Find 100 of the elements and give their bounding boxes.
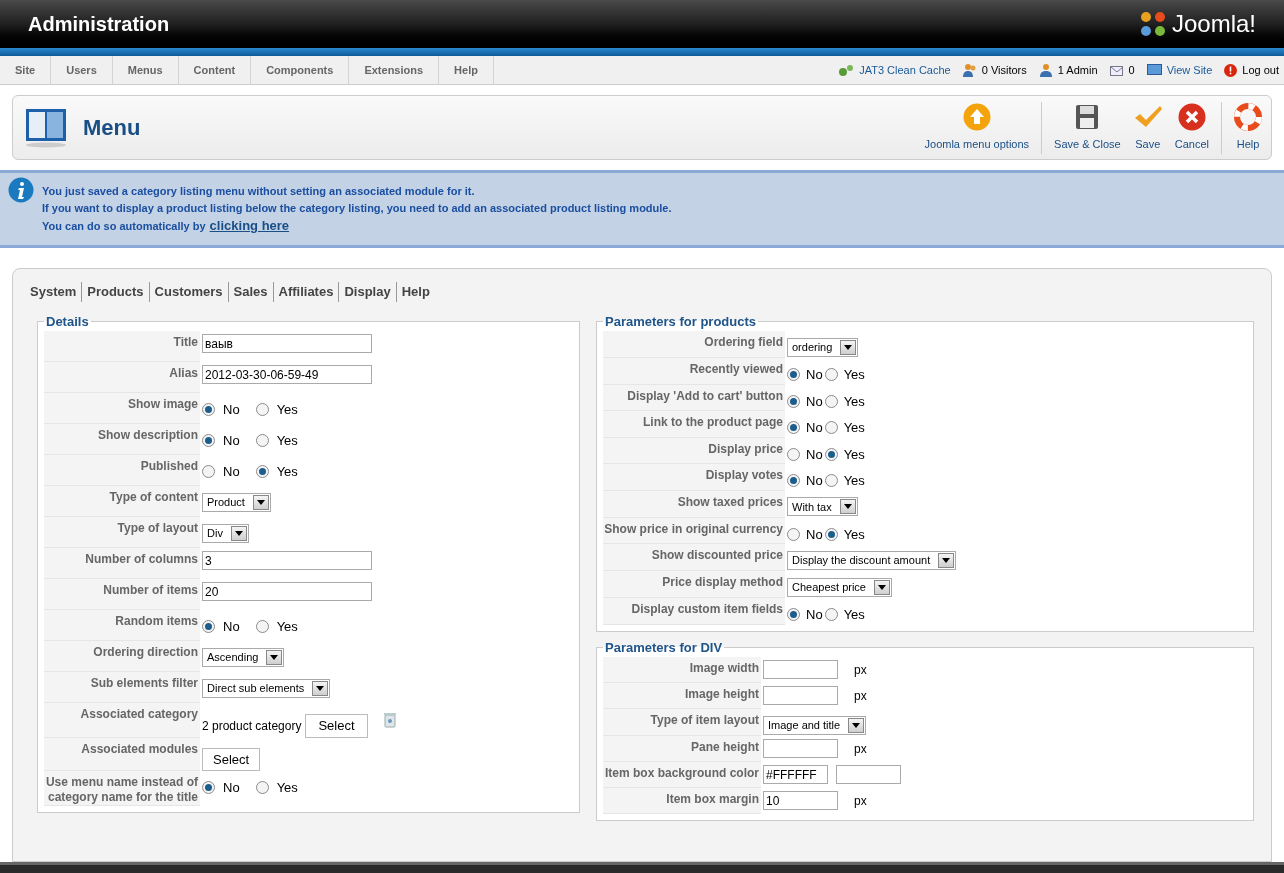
- field-label: Sub elements filter: [44, 672, 200, 703]
- section-tab[interactable]: Affiliates: [272, 282, 339, 302]
- radio-button[interactable]: [824, 394, 838, 408]
- text-field[interactable]: [763, 686, 838, 705]
- text-field[interactable]: 3: [202, 551, 372, 570]
- section-tab[interactable]: System: [30, 282, 82, 302]
- field-label: Number of items: [44, 579, 200, 610]
- status-link[interactable]: JAT3 Clean Cache: [859, 61, 951, 79]
- field-label: Recently viewed: [603, 358, 785, 385]
- select-button[interactable]: Select: [305, 714, 368, 738]
- menu-item[interactable]: Content: [178, 56, 252, 84]
- radio-button[interactable]: [202, 434, 215, 448]
- text-field[interactable]: 20: [202, 582, 372, 601]
- text-field[interactable]: 10: [763, 791, 838, 810]
- monitor-icon: [1146, 64, 1162, 76]
- radio-button[interactable]: [787, 608, 800, 622]
- dropdown[interactable]: Ascending: [202, 647, 285, 667]
- radio-button[interactable]: [824, 421, 838, 435]
- radio-button[interactable]: [202, 620, 215, 634]
- color-swatch[interactable]: [836, 765, 901, 784]
- menu-item[interactable]: Users: [51, 56, 113, 84]
- radio-label: Yes: [843, 366, 865, 384]
- field-label: Image width: [603, 657, 761, 683]
- radio-button[interactable]: [787, 421, 800, 435]
- dropdown[interactable]: Image and title: [763, 715, 867, 735]
- field-label: Alias: [44, 362, 200, 393]
- status-link[interactable]: View Site: [1166, 61, 1213, 79]
- dropdown[interactable]: With tax: [787, 497, 858, 517]
- info-icon: [8, 177, 34, 203]
- status-text: Log out: [1242, 62, 1279, 78]
- radio-button[interactable]: [202, 403, 215, 417]
- section-tab[interactable]: Help: [395, 282, 435, 302]
- section-tab[interactable]: Customers: [148, 282, 228, 302]
- field-label: Display custom item fields: [603, 598, 785, 625]
- dropdown[interactable]: Display the discount amount: [787, 550, 957, 570]
- field-label: Show price in original currency: [603, 517, 785, 544]
- radio-button[interactable]: [255, 620, 269, 634]
- field-label: Associated category: [44, 703, 200, 738]
- toolbar-button[interactable]: Cancel: [1168, 102, 1215, 153]
- radio-label: Yes: [276, 618, 298, 636]
- status-text: 0: [1128, 62, 1135, 78]
- dropdown[interactable]: Cheapest price: [787, 577, 892, 597]
- toolbar-button[interactable]: Help: [1228, 102, 1268, 153]
- clicking-here-link[interactable]: clicking here: [209, 217, 290, 234]
- toolbar-button[interactable]: Save: [1126, 102, 1169, 153]
- radio-button[interactable]: [824, 447, 838, 461]
- radio-button[interactable]: [787, 527, 800, 541]
- dropdown[interactable]: ordering: [787, 337, 859, 357]
- menu-item[interactable]: Components: [251, 56, 350, 84]
- radio-button[interactable]: [255, 434, 269, 448]
- radio-label: Yes: [843, 606, 865, 624]
- radio-label: No: [806, 392, 823, 411]
- menu-item[interactable]: Site: [0, 56, 52, 84]
- user-icon: [1038, 63, 1053, 77]
- radio-button[interactable]: [824, 527, 838, 541]
- field-label: Item box background color: [603, 762, 761, 788]
- message-text: You can do so automatically by: [42, 219, 206, 234]
- radio-button[interactable]: [202, 781, 215, 795]
- dropdown[interactable]: Product: [202, 492, 271, 512]
- section-tab[interactable]: Sales: [227, 282, 273, 302]
- radio-button[interactable]: [202, 465, 215, 479]
- mail-icon: [1109, 64, 1124, 76]
- radio-button[interactable]: [255, 465, 269, 479]
- text-field[interactable]: 2012-03-30-06-59-49: [202, 365, 372, 384]
- toolbar-button[interactable]: Joomla menu options: [918, 102, 1036, 153]
- text-field[interactable]: ваыв: [202, 334, 372, 353]
- radio-button[interactable]: [787, 474, 800, 488]
- unit-label: px: [854, 661, 867, 679]
- toolbar-button[interactable]: Save & Close: [1048, 102, 1127, 153]
- field-label: Show description: [44, 424, 200, 455]
- section-tab[interactable]: Display: [338, 282, 396, 302]
- section-tab[interactable]: Products: [81, 282, 149, 302]
- radio-button[interactable]: [824, 474, 838, 488]
- dropdown[interactable]: Div: [202, 523, 249, 543]
- trash-icon[interactable]: [383, 711, 396, 728]
- field-label: Link to the product page: [603, 411, 785, 438]
- page-title: Menu: [83, 114, 141, 142]
- field-label: Display votes: [603, 464, 785, 491]
- dropdown[interactable]: Direct sub elements: [202, 678, 331, 698]
- menu-item[interactable]: Menus: [112, 56, 179, 84]
- radio-label: Yes: [276, 779, 298, 797]
- color-field[interactable]: #FFFFFF: [763, 765, 828, 784]
- radio-button[interactable]: [787, 368, 800, 382]
- radio-label: No: [806, 606, 823, 624]
- radio-button[interactable]: [255, 403, 269, 417]
- text-field[interactable]: [763, 739, 838, 758]
- menu-item[interactable]: Extensions: [349, 56, 440, 84]
- radio-button[interactable]: [824, 608, 838, 622]
- radio-button[interactable]: [787, 447, 800, 461]
- radio-button[interactable]: [824, 368, 838, 382]
- radio-button[interactable]: [787, 394, 800, 408]
- menu-item[interactable]: Help: [439, 56, 494, 84]
- field-label: Use menu name instead of category name for the title: [44, 771, 200, 806]
- field-label: Type of content: [44, 486, 200, 517]
- select-button[interactable]: Select: [202, 747, 261, 771]
- radio-label: Yes: [276, 401, 298, 419]
- radio-button[interactable]: [255, 781, 269, 795]
- radio-label: No: [223, 779, 240, 797]
- field-label: Display price: [603, 437, 785, 464]
- text-field[interactable]: [763, 660, 838, 679]
